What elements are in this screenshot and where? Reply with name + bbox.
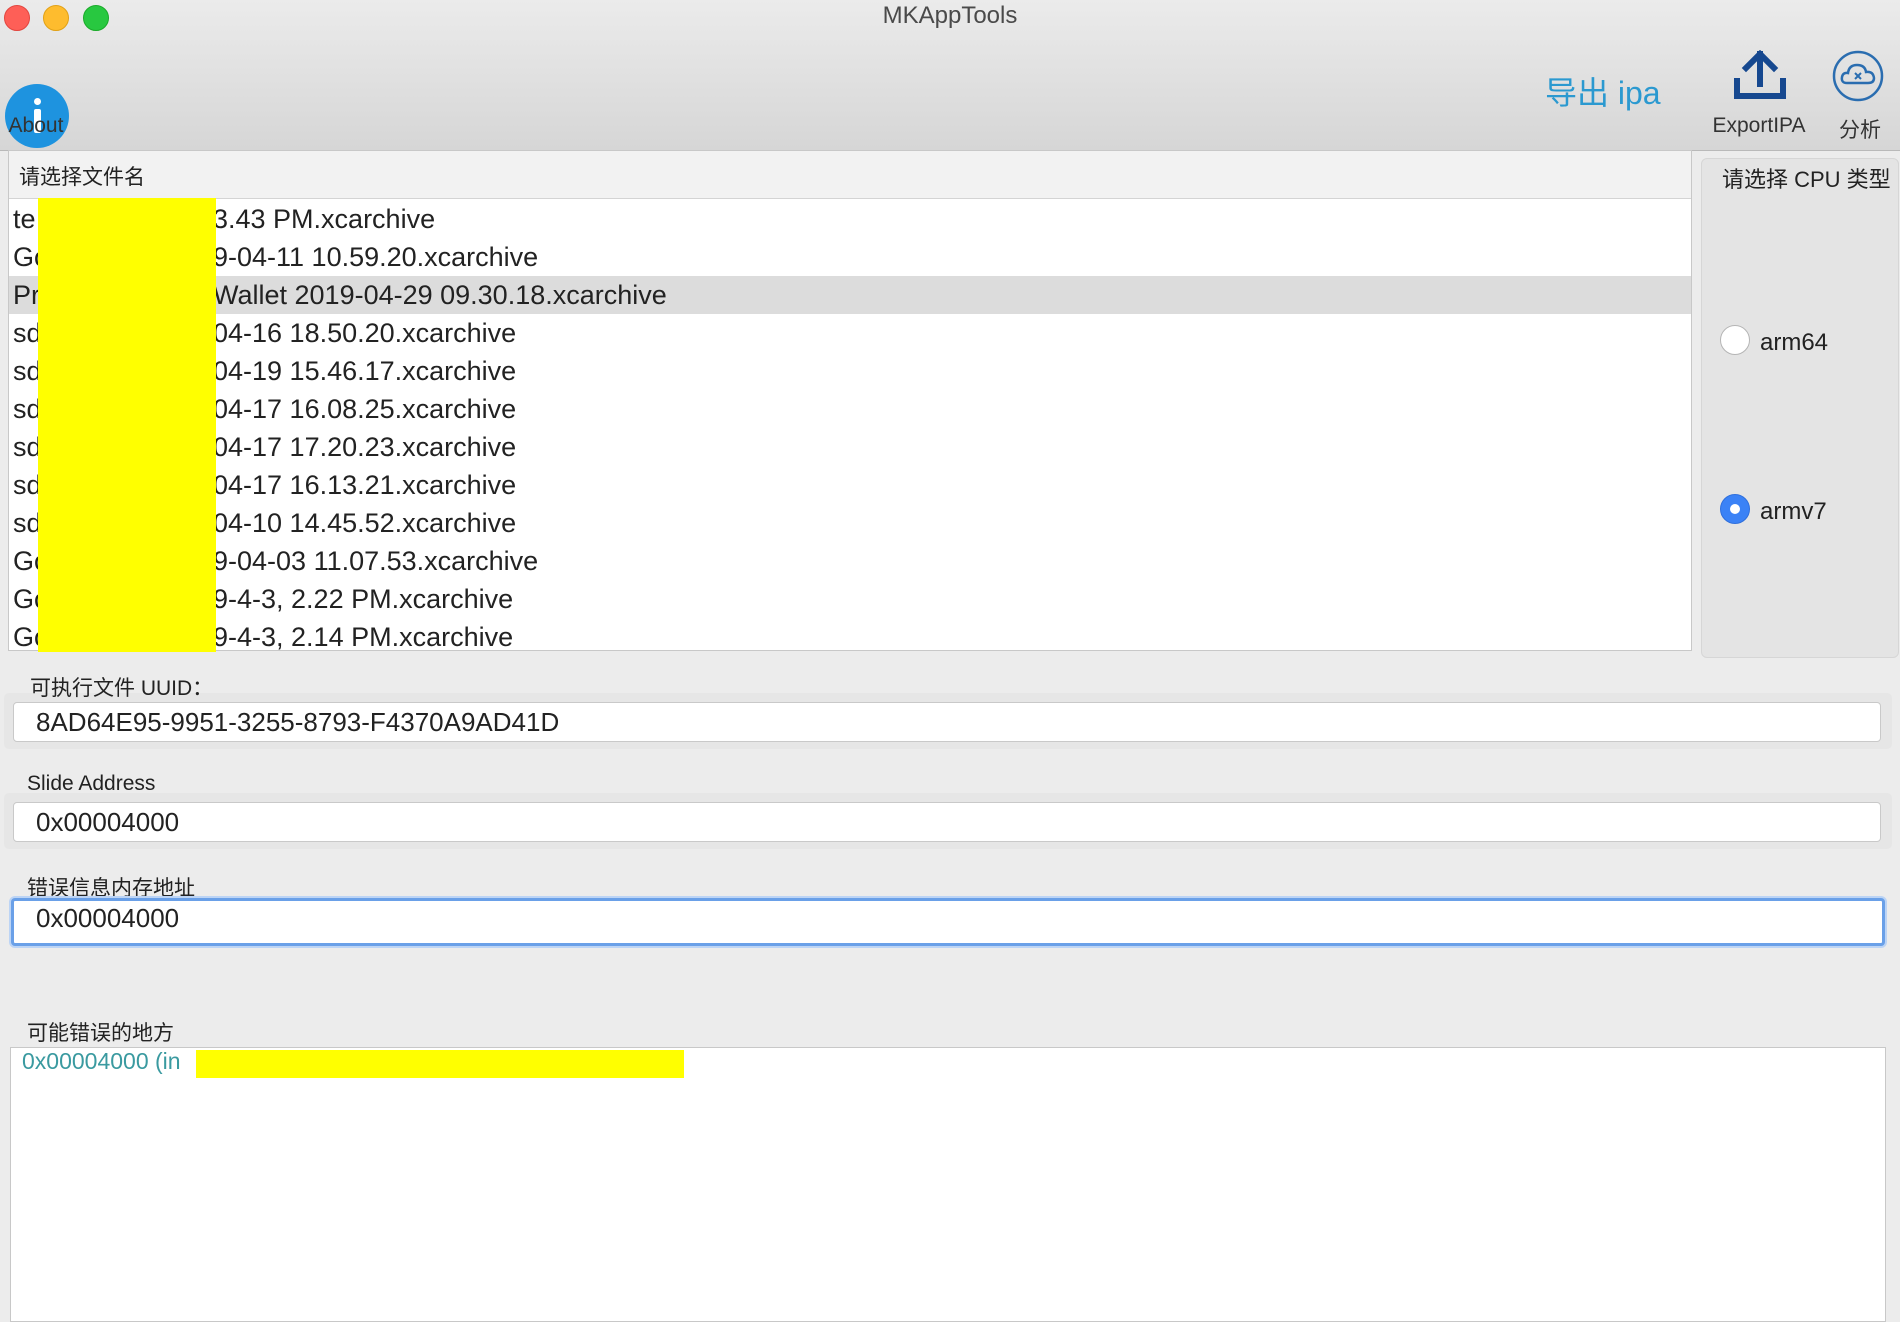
about-label: About xyxy=(8,114,64,137)
file-name-prefix: te xyxy=(13,204,36,234)
file-list-row[interactable]: sd 04-17 16.08.25.xcarchive xyxy=(9,390,1691,428)
file-list-row[interactable]: Go 9-04-03 11.07.53.xcarchive xyxy=(9,542,1691,580)
radio-arm64[interactable]: arm64 xyxy=(1720,325,1890,361)
analyze-button[interactable]: 分析 xyxy=(1824,44,1896,144)
file-list-row[interactable]: sd 04-19 15.46.17.xcarchive xyxy=(9,352,1691,390)
analyze-label: 分析 xyxy=(1839,119,1881,142)
cloud-icon xyxy=(1832,50,1884,102)
file-name-suffix: 04-17 16.13.21.xcarchive xyxy=(213,470,517,500)
radio-label-armv7: armv7 xyxy=(1760,498,1827,525)
file-name-suffix: 04-17 17.20.23.xcarchive xyxy=(213,432,517,462)
redaction-block xyxy=(196,1050,684,1078)
file-list-row[interactable]: Go 9-04-11 10.59.20.xcarchive xyxy=(9,238,1691,276)
file-list[interactable]: 请选择文件名 te 3.43 PM.xcarchive Go 9-04-11 10.5… xyxy=(8,150,1692,651)
toolbar: MKAppTools About 导出 ipa ExportIPA 分析 xyxy=(0,0,1900,151)
file-list-row[interactable]: sd 04-17 17.20.23.xcarchive xyxy=(9,428,1691,466)
file-name-suffix: 04-17 16.08.25.xcarchive xyxy=(213,394,517,424)
redaction-block xyxy=(38,198,216,652)
about-button[interactable]: About xyxy=(0,40,72,148)
radio-armv7[interactable]: armv7 xyxy=(1720,494,1890,530)
file-name-prefix: Pr xyxy=(13,280,40,310)
uuid-field[interactable]: 8AD64E95-9951-3255-8793-F4370A9AD41D xyxy=(13,702,1881,742)
file-list-row[interactable]: sd 04-17 16.13.21.xcarchive xyxy=(9,466,1691,504)
output-label: 可能错误的地方 xyxy=(27,1022,174,1045)
file-name-suffix: 04-10 14.45.52.xcarchive xyxy=(213,508,517,538)
file-list-header-label: 请选择文件名 xyxy=(19,166,145,189)
cpu-type-panel xyxy=(1701,158,1899,658)
file-name-suffix: 9-4-3, 2.22 PM.xcarchive xyxy=(213,584,514,614)
file-name-suffix: 04-16 18.50.20.xcarchive xyxy=(213,318,517,348)
output-text: 0x00004000 (in xyxy=(22,1048,181,1074)
output-text-area[interactable] xyxy=(10,1047,1886,1322)
radio-button-arm64[interactable] xyxy=(1720,325,1750,355)
file-list-row[interactable]: Go 9-4-3, 2.14 PM.xcarchive xyxy=(9,618,1691,651)
file-list-row[interactable]: Pr Wallet 2019-04-29 09.30.18.xcarchive xyxy=(9,276,1691,314)
radio-button-armv7[interactable] xyxy=(1720,494,1750,524)
file-name-suffix: 9-04-03 11.07.53.xcarchive xyxy=(213,546,539,576)
cpu-type-title: 请选择 CPU 类型 xyxy=(1722,167,1891,192)
slide-address-label: Slide Address xyxy=(27,772,156,795)
upload-icon xyxy=(1734,50,1786,99)
file-list-row[interactable]: sd 04-10 14.45.52.xcarchive xyxy=(9,504,1691,542)
file-name-suffix: 9-04-11 10.59.20.xcarchive xyxy=(213,242,539,272)
export-ipa-link[interactable]: 导出 ipa xyxy=(1545,68,1661,114)
radio-label-arm64: arm64 xyxy=(1760,329,1829,356)
error-address-field[interactable]: 0x00004000 xyxy=(11,898,1885,946)
window-title: MKAppTools xyxy=(882,2,1018,29)
file-list-header[interactable]: 请选择文件名 xyxy=(9,151,1691,199)
file-list-row[interactable]: te 3.43 PM.xcarchive xyxy=(9,200,1691,238)
export-ipa-button[interactable]: ExportIPA xyxy=(1700,44,1818,144)
file-list-row[interactable]: sd 04-16 18.50.20.xcarchive xyxy=(9,314,1691,352)
slide-address-field[interactable]: 0x00004000 xyxy=(13,802,1881,842)
uuid-label: 可执行文件 UUID： xyxy=(30,677,214,700)
export-ipa-label: ExportIPA xyxy=(1712,114,1806,137)
file-name-suffix: 3.43 PM.xcarchive xyxy=(213,204,436,234)
file-list-row[interactable]: Go 9-4-3, 2.22 PM.xcarchive xyxy=(9,580,1691,618)
file-name-suffix: Wallet 2019-04-29 09.30.18.xcarchive xyxy=(213,280,667,310)
file-name-suffix: 04-19 15.46.17.xcarchive xyxy=(213,356,517,386)
file-name-suffix: 9-4-3, 2.14 PM.xcarchive xyxy=(213,622,514,651)
